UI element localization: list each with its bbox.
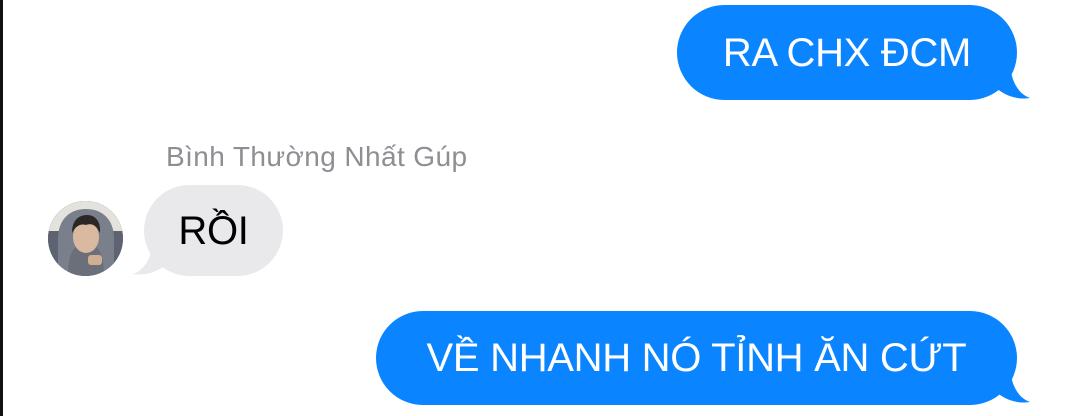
message-text: RỒI bbox=[178, 208, 249, 253]
sender-avatar[interactable] bbox=[48, 201, 123, 276]
window-edge bbox=[0, 0, 3, 416]
avatar-photo bbox=[48, 201, 123, 276]
message-bubble-outgoing[interactable]: VỀ NHANH NÓ TỈNH ĂN CỨT bbox=[376, 311, 1017, 405]
message-bubble-incoming[interactable]: RỒI bbox=[144, 185, 283, 276]
message-text: RA CHX ĐCM bbox=[722, 30, 972, 75]
message-text: VỀ NHANH NÓ TỈNH ĂN CỨT bbox=[426, 336, 967, 380]
sender-name: Bình Thường Nhất Gúp bbox=[166, 141, 468, 172]
message-bubble-outgoing[interactable]: RA CHX ĐCM bbox=[677, 5, 1017, 100]
